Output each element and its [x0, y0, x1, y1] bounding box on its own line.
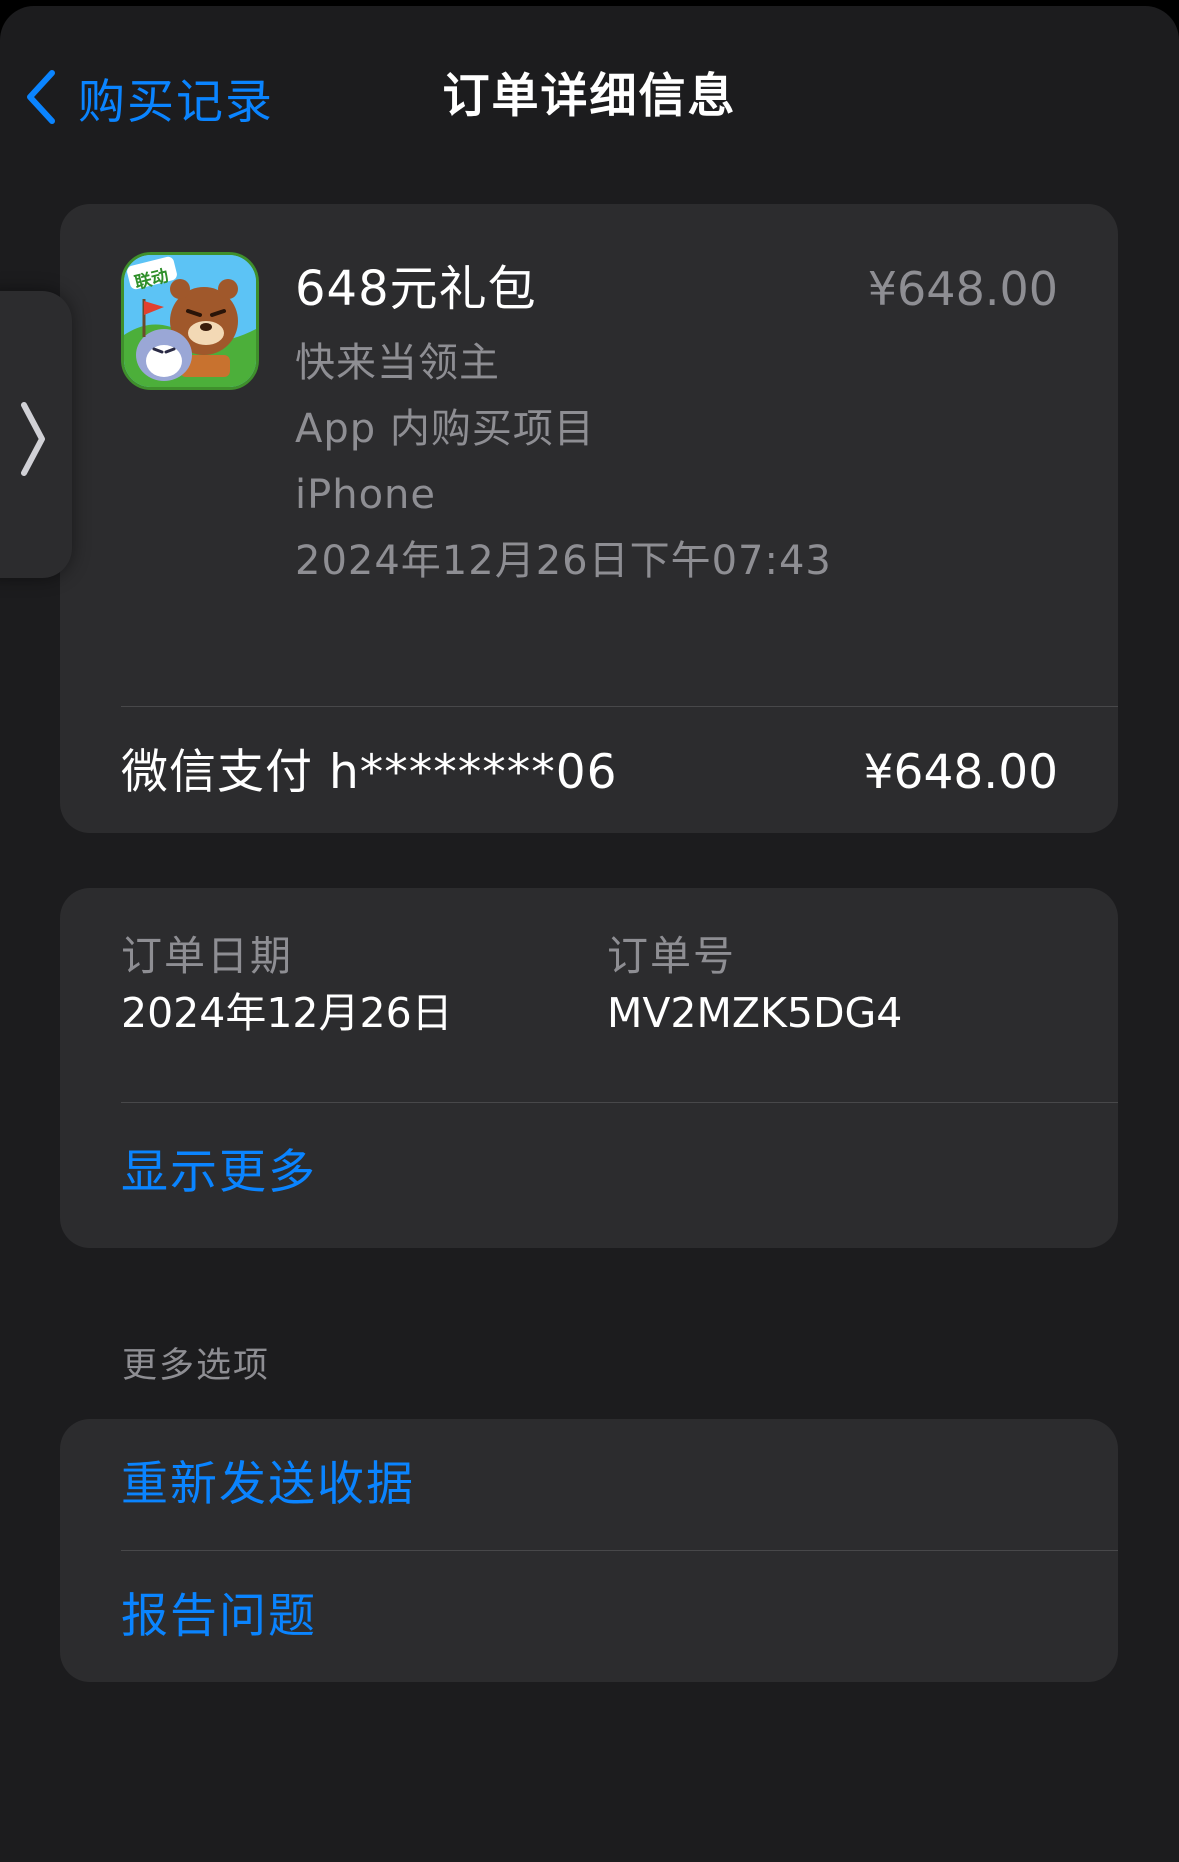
purchase-type: App 内购买项目	[295, 406, 595, 452]
item-name: 648元礼包	[295, 261, 537, 317]
order-details-sheet: 购买记录 订单详细信息 联动 648元礼包 ¥648.00 快来当领主 App …	[0, 6, 1179, 1862]
order-id-value: MV2MZK5DG4	[607, 989, 903, 1037]
resend-receipt-button[interactable]: 重新发送收据	[121, 1419, 1118, 1550]
order-info-card: 订单日期 2024年12月26日 订单号 MV2MZK5DG4 显示更多	[60, 888, 1118, 1248]
purchase-datetime: 2024年12月26日下午07:43	[295, 538, 832, 584]
purchase-item-card: 联动 648元礼包 ¥648.00 快来当领主 App 内购买项目 iPhone…	[60, 204, 1118, 833]
payment-amount: ¥648.00	[863, 745, 1058, 800]
app-name: 快来当领主	[295, 340, 500, 386]
side-drawer-handle[interactable]	[0, 291, 72, 578]
order-date-label: 订单日期	[121, 932, 293, 980]
item-price: ¥648.00	[867, 262, 1058, 316]
divider	[121, 706, 1118, 707]
payment-method: 微信支付 h********06	[121, 745, 618, 800]
more-options-card: 重新发送收据 报告问题	[60, 1419, 1118, 1682]
order-id-label: 订单号	[607, 932, 736, 980]
show-more-button[interactable]: 显示更多	[121, 1140, 317, 1206]
device-name: iPhone	[295, 472, 437, 518]
report-problem-button[interactable]: 报告问题	[121, 1551, 1118, 1682]
more-options-header: 更多选项	[122, 1346, 271, 1386]
page-title: 订单详细信息	[442, 69, 737, 124]
app-icon: 联动	[121, 252, 259, 390]
chevron-right-icon	[21, 402, 45, 476]
divider	[121, 1102, 1118, 1103]
order-date-value: 2024年12月26日	[121, 989, 453, 1037]
